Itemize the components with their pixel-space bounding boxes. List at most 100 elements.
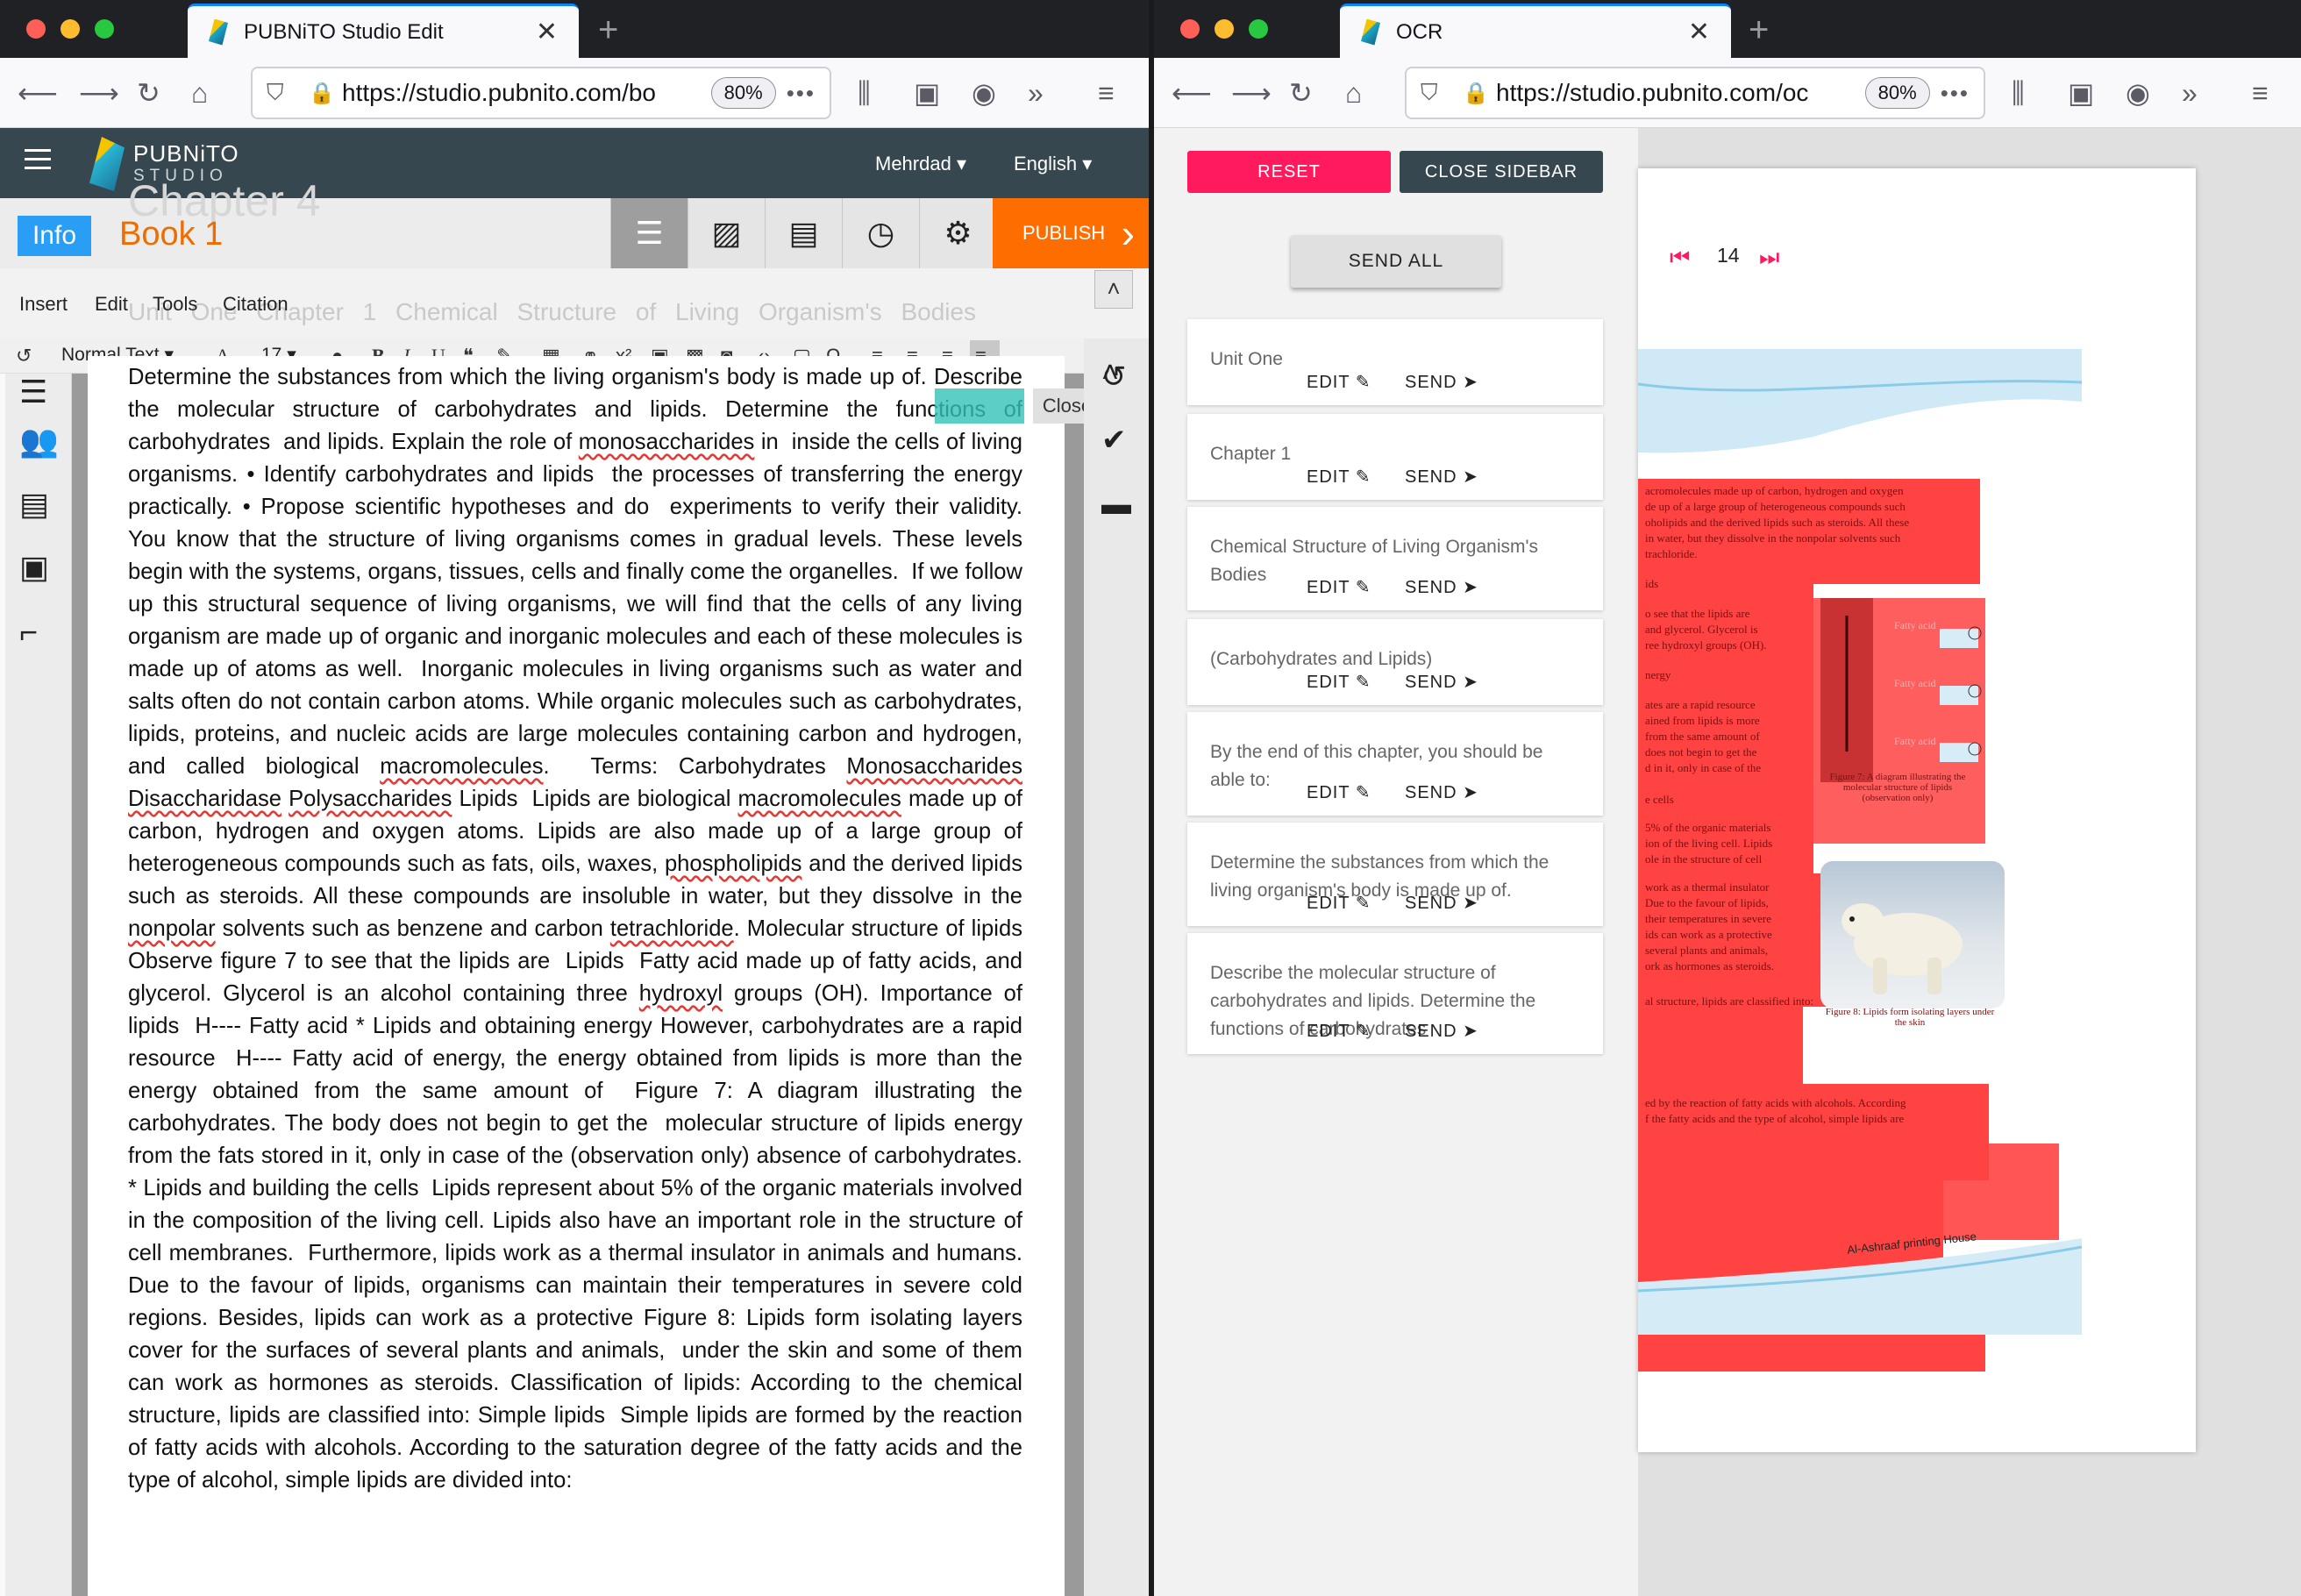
ocr-region[interactable] (1638, 1007, 1803, 1084)
new-tab-button[interactable]: + (598, 11, 618, 50)
save-translation-button[interactable] (935, 388, 1024, 424)
maximize-window-button[interactable] (95, 19, 114, 39)
images-icon[interactable]: ▨ (687, 198, 765, 268)
minimize-window-button[interactable] (1215, 19, 1234, 39)
url-bar[interactable]: ⛉ 🔒 https://studio.pubnito.com/bo 80% ••… (251, 67, 831, 119)
document-body[interactable]: Determine the substances from which the … (128, 361, 1022, 1497)
lock-icon[interactable]: 🔒 (309, 81, 335, 106)
send-icon: ➤ (1463, 578, 1478, 597)
account-icon[interactable]: ◉ (972, 74, 996, 112)
forward-icon[interactable]: ⟶ (79, 74, 119, 112)
home-icon[interactable]: ⌂ (1345, 74, 1362, 112)
overflow-icon[interactable]: » (1028, 74, 1044, 112)
send-button[interactable]: SEND ➤ (1405, 466, 1478, 488)
shield-icon[interactable]: ⛉ (267, 79, 293, 107)
url-bar[interactable]: ⛉ 🔒 https://studio.pubnito.com/oc 80% ••… (1405, 67, 1985, 119)
edit-label: EDIT (1307, 783, 1350, 802)
close-tab-icon[interactable]: ✕ (536, 17, 558, 47)
menu-insert[interactable]: Insert (19, 293, 68, 316)
url-text[interactable]: https://studio.pubnito.com/bo (342, 79, 711, 107)
send-button[interactable]: SEND ➤ (1405, 781, 1478, 803)
send-button[interactable]: SEND ➤ (1405, 371, 1478, 393)
new-tab-button[interactable]: + (1749, 11, 1769, 50)
collapse-toolbar-icon[interactable]: ˄ (1094, 270, 1133, 309)
edit-button[interactable]: EDIT ✎ (1307, 466, 1371, 488)
users-icon[interactable]: 👥 (19, 423, 59, 460)
document-page[interactable]: Determine the substances from which the … (88, 356, 1065, 1596)
tab-ocr[interactable]: OCR ✕ (1340, 4, 1731, 58)
account-icon[interactable]: ◉ (2126, 74, 2150, 112)
menu-icon[interactable]: ≡ (1098, 74, 1115, 112)
reset-button[interactable]: RESET (1187, 151, 1391, 193)
page-text-line: does not begin to get the (1645, 745, 1757, 759)
library-icon[interactable]: ⫼ (858, 74, 871, 112)
zoom-badge[interactable]: 80% (710, 77, 776, 109)
page-actions-icon[interactable]: ••• (1941, 80, 1970, 107)
edit-button[interactable]: EDIT ✎ (1307, 892, 1371, 914)
lock-icon[interactable]: 🔒 (1463, 81, 1489, 106)
back-icon[interactable]: ⟵ (18, 74, 58, 112)
undo-icon[interactable]: ↺ (16, 344, 32, 368)
edit-button[interactable]: EDIT ✎ (1307, 371, 1371, 393)
close-window-button[interactable] (26, 19, 46, 39)
close-sidebar-button[interactable]: CLOSE SIDEBAR (1400, 151, 1603, 193)
page-text-line: from the same amount of (1645, 730, 1760, 743)
user-menu[interactable]: Mehrdad ▾ (875, 153, 966, 175)
send-label: SEND (1405, 1022, 1457, 1041)
gear-icon[interactable]: ⚙ (919, 198, 996, 268)
list-icon[interactable]: ☰ (610, 198, 687, 268)
edit-button[interactable]: EDIT ✎ (1307, 781, 1371, 803)
publish-button[interactable]: PUBLISH › (993, 198, 1149, 268)
info-button[interactable]: Info (18, 216, 91, 256)
history-icon[interactable]: ↺ (1101, 360, 1127, 395)
library-icon[interactable]: ⫼ (2012, 74, 2025, 112)
reader-icon[interactable]: ▣ (2068, 74, 2094, 112)
pubnito-logo (89, 137, 125, 191)
forward-icon[interactable]: ⟶ (1231, 74, 1272, 112)
close-window-button[interactable] (1180, 19, 1200, 39)
url-text[interactable]: https://studio.pubnito.com/oc (1496, 79, 1865, 107)
home-icon[interactable]: ⌂ (191, 74, 208, 112)
send-button[interactable]: SEND ➤ (1405, 576, 1478, 598)
edit-button[interactable]: EDIT ✎ (1307, 671, 1371, 693)
edit-button[interactable]: EDIT ✎ (1307, 1020, 1371, 1042)
send-button[interactable]: SEND ➤ (1405, 1020, 1478, 1042)
page-text-line: nergy (1645, 668, 1671, 681)
comment-icon[interactable]: ▤ (19, 486, 49, 523)
pencil-icon: ✎ (1355, 578, 1371, 597)
edit-label: EDIT (1307, 467, 1350, 487)
back-icon[interactable]: ⟵ (1172, 74, 1212, 112)
zoom-badge[interactable]: 80% (1864, 77, 1930, 109)
close-tab-icon[interactable]: ✕ (1688, 17, 1710, 47)
page-actions-icon[interactable]: ••• (787, 80, 816, 107)
feedback-icon[interactable]: ▣ (19, 549, 49, 586)
edit-button[interactable]: EDIT ✎ (1307, 576, 1371, 598)
tab-studio-edit[interactable]: PUBNiTO Studio Edit ✕ (188, 4, 579, 58)
clock-icon[interactable]: ◷ (842, 198, 919, 268)
language-menu[interactable]: English ▾ (1014, 153, 1092, 175)
outline-icon[interactable]: ☰ (19, 374, 47, 410)
send-label: SEND (1405, 673, 1457, 692)
format-painter-icon[interactable]: ⌐ (19, 614, 38, 651)
reload-icon[interactable]: ↻ (1289, 74, 1313, 112)
chat-icon[interactable]: ▬ (1101, 488, 1131, 522)
first-page-icon[interactable]: ⏮ (1670, 244, 1690, 272)
minimize-window-button[interactable] (61, 19, 80, 39)
ocr-region[interactable] (1638, 1144, 2059, 1240)
gallery-icon[interactable]: ▤ (765, 198, 842, 268)
send-button[interactable]: SEND ➤ (1405, 892, 1478, 914)
maximize-window-button[interactable] (1249, 19, 1268, 39)
reader-icon[interactable]: ▣ (914, 74, 940, 112)
menu-icon[interactable]: ≡ (2252, 74, 2269, 112)
menu-citation[interactable]: Citation (223, 293, 289, 316)
last-page-icon[interactable]: ⏭ (1759, 244, 1779, 272)
menu-edit[interactable]: Edit (95, 293, 128, 316)
hamburger-menu-icon[interactable] (25, 149, 51, 175)
overflow-icon[interactable]: » (2182, 74, 2198, 112)
reload-icon[interactable]: ↻ (137, 74, 160, 112)
send-all-button[interactable]: SEND ALL (1291, 235, 1501, 288)
send-button[interactable]: SEND ➤ (1405, 671, 1478, 693)
shield-icon[interactable]: ⛉ (1421, 79, 1447, 107)
menu-tools[interactable]: Tools (153, 293, 197, 316)
check-circle-icon[interactable]: ✔ (1101, 423, 1127, 458)
